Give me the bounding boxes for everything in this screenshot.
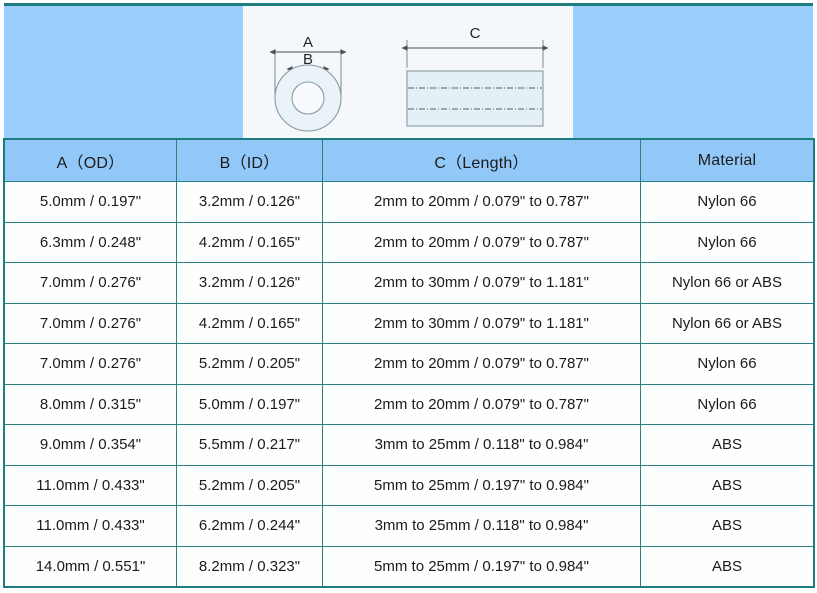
cell-material: ABS [640,545,814,587]
table-row: 7.0mm / 0.276" 4.2mm / 0.165" 2mm to 30mm … [4,302,814,344]
cell-id: 5.2mm / 0.205" [176,464,323,506]
table-row: 9.0mm / 0.354" 5.5mm / 0.217" 3mm to 25mm … [4,424,814,466]
column-header-material: Material [640,139,814,182]
cell-length: 2mm to 30mm / 0.079" to 1.181" [322,262,641,304]
cell-length: 2mm to 20mm / 0.079" to 0.787" [322,181,641,223]
cell-length: 5mm to 25mm / 0.197" to 0.984" [322,464,641,506]
tube-drawing-svg: A B C [269,25,549,132]
tube-dimension-drawing: A B C [243,6,573,139]
cell-od: 6.3mm / 0.248" [4,221,177,263]
cell-od: 7.0mm / 0.276" [4,343,177,385]
tube-cross-section: A B [269,34,347,132]
cell-od: 8.0mm / 0.315" [4,383,177,425]
table-row: 14.0mm / 0.551" 8.2mm / 0.323" 5mm to 25mm… [4,545,814,587]
column-header-od: A（OD） [4,139,177,182]
cell-length: 3mm to 25mm / 0.118" to 0.984" [322,424,641,466]
table-row: 7.0mm / 0.276" 5.2mm / 0.205" 2mm to 20mm … [4,343,814,385]
table-body: 5.0mm / 0.197" 3.2mm / 0.126" 2mm to 20mm … [4,181,814,587]
cell-material: Nylon 66 [640,343,814,385]
cell-id: 5.2mm / 0.205" [176,343,323,385]
cell-material: ABS [640,505,814,547]
cell-od: 9.0mm / 0.354" [4,424,177,466]
inner-diameter-circle [291,81,325,115]
cell-length: 3mm to 25mm / 0.118" to 0.984" [322,505,641,547]
tube-side-view: C [401,25,549,127]
table-row: 6.3mm / 0.248" 4.2mm / 0.165" 2mm to 20mm … [4,221,814,263]
cell-material: Nylon 66 [640,221,814,263]
tube-body-rect [406,70,544,127]
cell-id: 3.2mm / 0.126" [176,262,323,304]
cell-material: Nylon 66 or ABS [640,302,814,344]
table-row: 11.0mm / 0.433" 5.2mm / 0.205" 5mm to 25mm… [4,464,814,506]
cell-material: Nylon 66 [640,383,814,425]
cell-id: 5.0mm / 0.197" [176,383,323,425]
cell-id: 5.5mm / 0.217" [176,424,323,466]
cell-od: 11.0mm / 0.433" [4,505,177,547]
cell-od: 7.0mm / 0.276" [4,302,177,344]
cell-material: ABS [640,464,814,506]
cell-id: 6.2mm / 0.244" [176,505,323,547]
dimension-label-b: B [303,51,313,68]
cell-od: 7.0mm / 0.276" [4,262,177,304]
table-row: 11.0mm / 0.433" 6.2mm / 0.244" 3mm to 25mm… [4,505,814,547]
cell-id: 3.2mm / 0.126" [176,181,323,223]
cell-material: Nylon 66 or ABS [640,262,814,304]
table-row: 7.0mm / 0.276" 3.2mm / 0.126" 2mm to 30mm … [4,262,814,304]
table-header: A（OD） B（ID） C（Length） Material [4,139,814,182]
cell-length: 5mm to 25mm / 0.197" to 0.984" [322,545,641,587]
cell-length: 2mm to 20mm / 0.079" to 0.787" [322,221,641,263]
table-header-row: A（OD） B（ID） C（Length） Material [4,139,814,182]
column-header-length: C（Length） [322,139,641,182]
cell-length: 2mm to 20mm / 0.079" to 0.787" [322,343,641,385]
specification-table: A（OD） B（ID） C（Length） Material 5.0mm / 0… [3,138,815,588]
dimension-label-a: A [303,34,313,51]
table-row: 8.0mm / 0.315" 5.0mm / 0.197" 2mm to 20mm … [4,383,814,425]
cell-id: 4.2mm / 0.165" [176,302,323,344]
dimension-label-c: C [470,25,481,42]
column-header-id: B（ID） [176,139,323,182]
cell-id: 8.2mm / 0.323" [176,545,323,587]
table-row: 5.0mm / 0.197" 3.2mm / 0.126" 2mm to 20mm … [4,181,814,223]
cell-length: 2mm to 20mm / 0.079" to 0.787" [322,383,641,425]
cell-od: 14.0mm / 0.551" [4,545,177,587]
cell-material: ABS [640,424,814,466]
cell-od: 5.0mm / 0.197" [4,181,177,223]
cell-material: Nylon 66 [640,181,814,223]
cell-length: 2mm to 30mm / 0.079" to 1.181" [322,302,641,344]
cell-id: 4.2mm / 0.165" [176,221,323,263]
drawing-banner: A B C [4,3,813,139]
cell-od: 11.0mm / 0.433" [4,464,177,506]
spec-sheet-root: A B C A（OD） B（ID） C（Length） Material 5.0… [0,0,817,593]
